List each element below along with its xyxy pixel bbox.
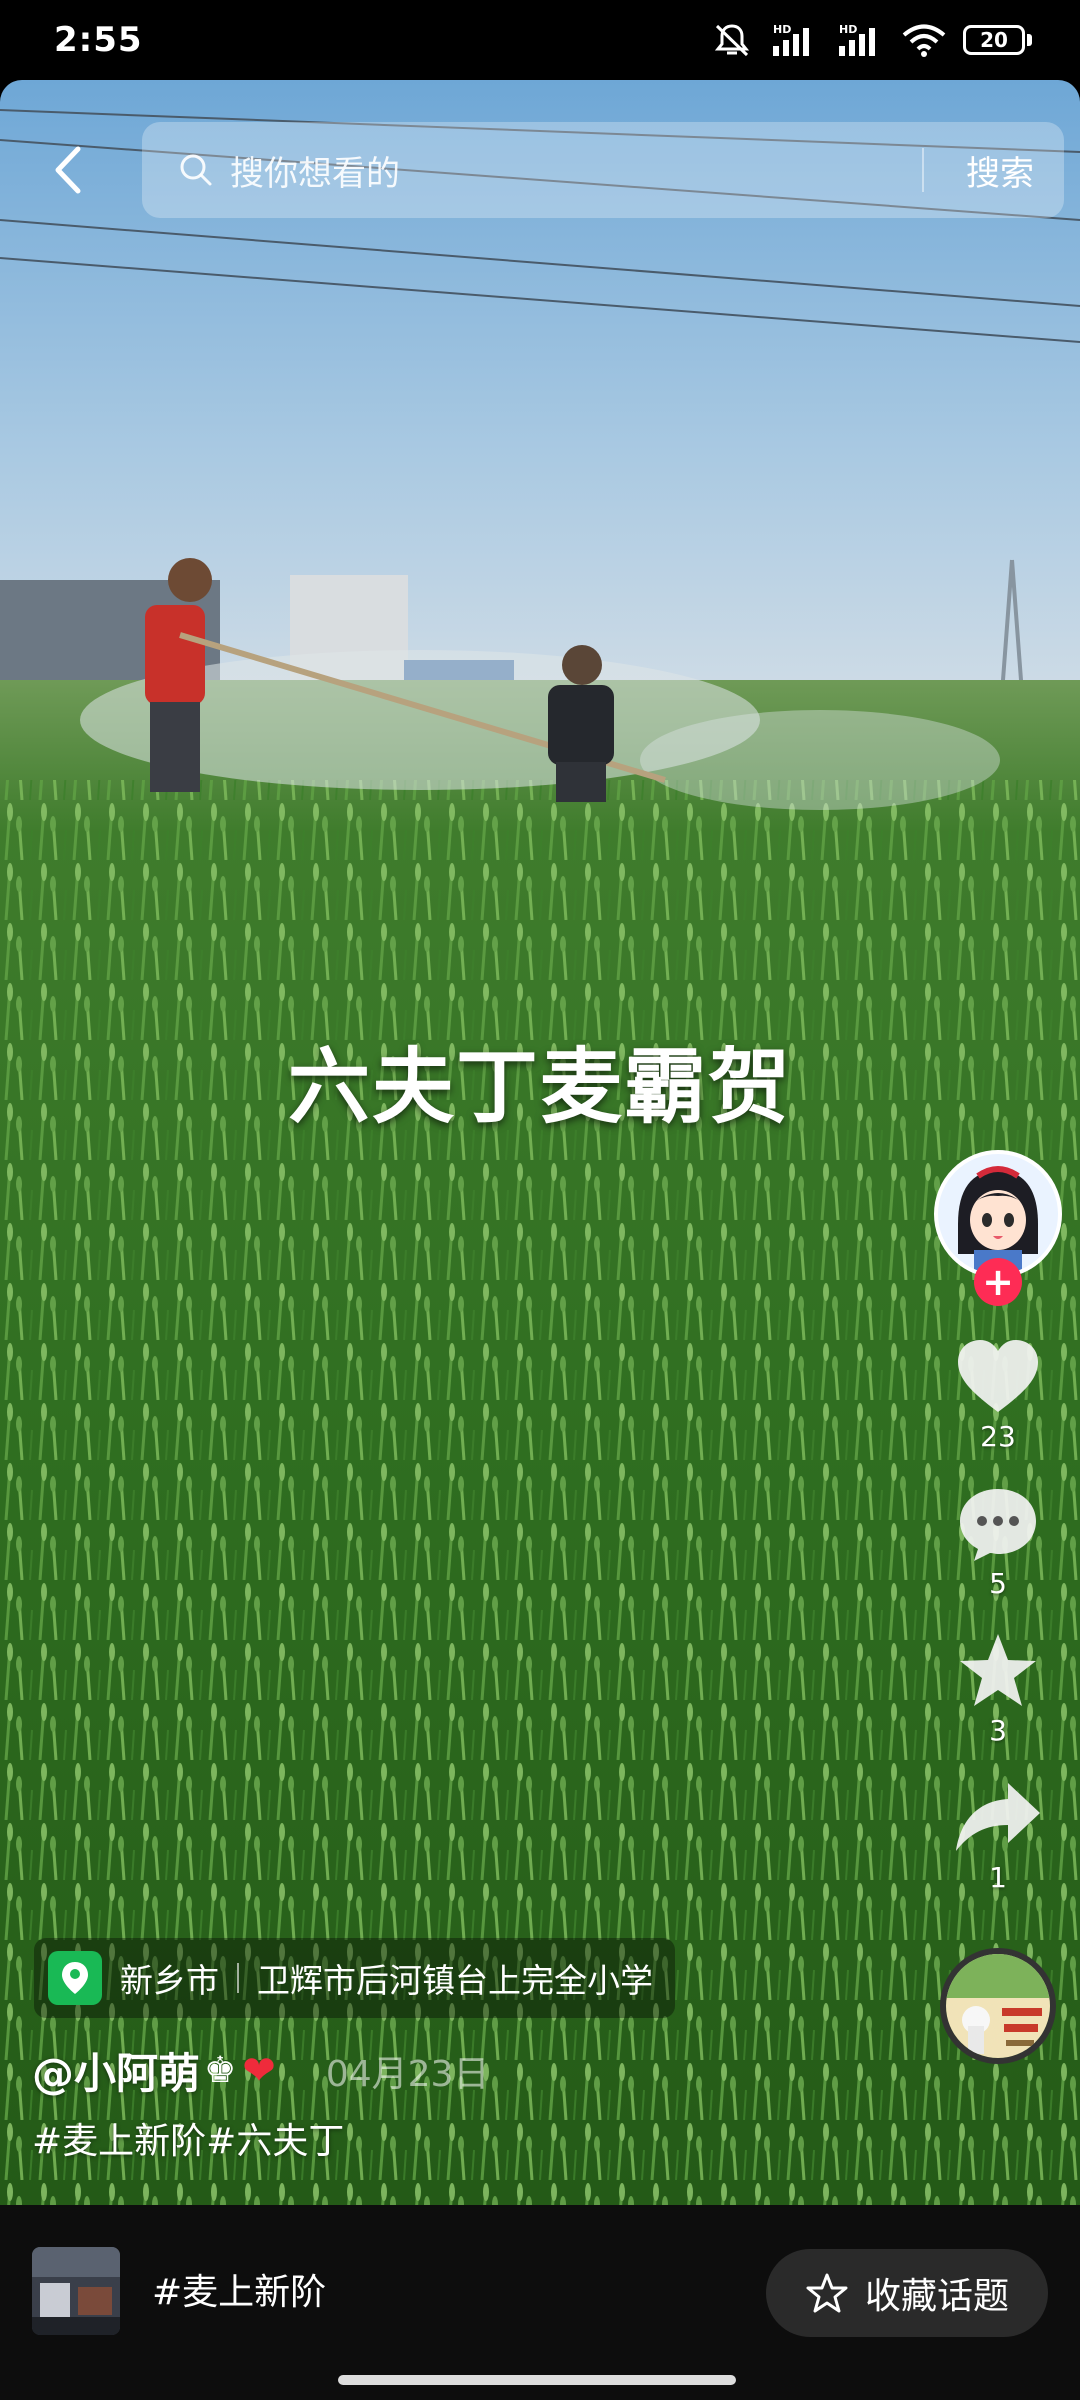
topic-name[interactable]: #麦上新阶 (152, 2263, 326, 2315)
video-caption: 六夫丁麦霸贺 (287, 1040, 792, 1135)
author-row: @小阿萌 ♚ ❤ 04月23日 (32, 2040, 489, 2101)
search-button[interactable]: 搜索 (966, 122, 1034, 218)
video-frame (0, 80, 1080, 2205)
search-icon (180, 154, 212, 186)
crown-icon: ♚ (204, 2050, 237, 2091)
comment-button[interactable]: 5 (954, 1483, 1042, 1600)
star-outline-icon (806, 2273, 848, 2313)
share-button[interactable]: 1 (952, 1777, 1044, 1894)
favorite-topic-button[interactable]: 收藏话题 (766, 2249, 1048, 2337)
like-count: 23 (980, 1420, 1016, 1453)
svg-text:HD: HD (839, 23, 857, 36)
wifi-icon (902, 24, 946, 57)
location-city: 新乡市 (120, 1961, 219, 2000)
author-name[interactable]: @小阿萌 (32, 2040, 200, 2101)
status-time: 2:55 (54, 20, 143, 60)
star-icon (960, 1634, 1036, 1706)
status-bar: 2:55 HD HD 20 (0, 0, 1080, 80)
battery-level: 20 (963, 25, 1025, 55)
location-divider (237, 1963, 239, 1993)
top-bar: 搜你想看的 搜索 (0, 120, 1080, 220)
location-pin-icon (48, 1951, 102, 2005)
video-player[interactable] (0, 80, 1080, 2205)
chevron-left-icon (55, 146, 81, 194)
home-indicator[interactable] (338, 2375, 736, 2385)
search-input[interactable]: 搜你想看的 搜索 (142, 122, 1064, 218)
share-count: 1 (989, 1861, 1007, 1894)
action-column: + 23 5 3 1 (928, 1150, 1068, 2064)
music-disc[interactable] (940, 1948, 1056, 2064)
like-button[interactable]: 23 (954, 1336, 1042, 1453)
status-icons: HD HD 20 (711, 22, 1032, 58)
location-tag[interactable]: 新乡市 卫辉市后河镇台上完全小学 (34, 1938, 675, 2018)
comment-icon (960, 1489, 1036, 1561)
topic-bar: #麦上新阶 收藏话题 (0, 2205, 1080, 2400)
red-heart-icon: ❤ (242, 2047, 276, 2094)
comment-count: 5 (989, 1567, 1007, 1600)
svg-text:HD: HD (773, 23, 791, 36)
search-divider (922, 148, 924, 192)
mute-icon (714, 24, 750, 57)
location-place: 卫辉市后河镇台上完全小学 (257, 1961, 653, 2000)
post-date: 04月23日 (325, 2053, 490, 2095)
hd-signal-icon: HD (773, 23, 809, 56)
favorite-button[interactable]: 3 (954, 1630, 1042, 1747)
favorite-topic-label: 收藏话题 (864, 2276, 1009, 2317)
video-hashtags[interactable]: #麦上新阶#六夫丁 (32, 2112, 344, 2164)
hd-signal-icon: HD (839, 23, 875, 56)
topic-thumbnail[interactable] (32, 2247, 120, 2335)
author-avatar[interactable]: + (934, 1150, 1062, 1306)
music-cover-icon (946, 1954, 1050, 2058)
favorite-count: 3 (989, 1714, 1007, 1747)
follow-button[interactable]: + (974, 1258, 1022, 1306)
share-arrow-icon (956, 1783, 1040, 1851)
heart-icon (958, 1340, 1038, 1412)
back-button[interactable] (18, 120, 118, 220)
battery-icon: 20 (963, 25, 1032, 55)
search-placeholder: 搜你想看的 (230, 153, 400, 194)
avatar-illustration-icon (938, 1154, 1058, 1274)
